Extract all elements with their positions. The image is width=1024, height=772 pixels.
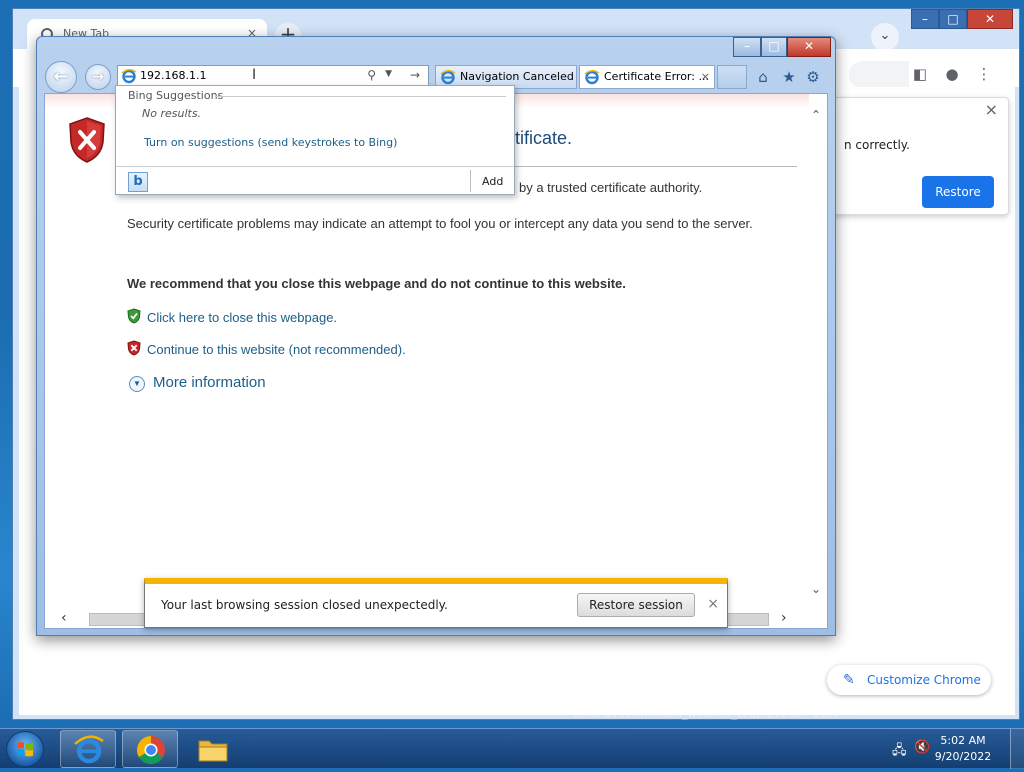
ie-tab-logo-icon	[440, 70, 456, 85]
notification-message: Your last browsing session closed unexpe…	[161, 598, 448, 612]
error-shield-icon	[69, 117, 105, 163]
customize-chrome-label: Customize Chrome	[867, 673, 981, 687]
more-information-toggle[interactable]: ▼ More information	[129, 374, 266, 392]
green-shield-icon	[127, 308, 141, 324]
tab-certificate-error[interactable]: Certificate Error: ... ×	[579, 65, 715, 89]
ie-new-tab-button[interactable]	[717, 65, 747, 89]
scroll-up-icon[interactable]: ⌃	[811, 108, 821, 122]
forward-button[interactable]: →	[85, 64, 111, 90]
suggestions-header: Bing Suggestions	[128, 89, 224, 102]
customize-chrome-button[interactable]: ✎ Customize Chrome	[827, 665, 991, 695]
no-results-text: No results.	[142, 107, 202, 120]
restore-session-button[interactable]: Restore session	[577, 593, 695, 617]
pencil-icon: ✎	[843, 672, 855, 688]
ie-minimize-button[interactable]: –	[733, 37, 761, 57]
favorites-star-icon[interactable]: ★	[779, 67, 799, 87]
chrome-tab-search-icon[interactable]: ⌄	[871, 23, 899, 51]
chrome-restore-button[interactable]: Restore	[922, 176, 994, 208]
close-webpage-link[interactable]: Click here to close this webpage.	[127, 308, 337, 325]
trusted-authority-text: by a trusted certificate authority.	[519, 180, 703, 195]
chrome-logo-icon	[137, 736, 165, 764]
clock-time: 5:02 AM	[940, 734, 986, 747]
chrome-close-button[interactable]: ✕	[967, 9, 1013, 29]
chrome-restore-card: n correctly. × Restore	[831, 97, 1009, 215]
security-paragraph: Security certificate problems may indica…	[127, 216, 753, 231]
gear-icon[interactable]: ⚙	[803, 67, 823, 87]
more-information-label: More information	[153, 374, 266, 391]
windows-logo-icon	[17, 742, 33, 757]
continue-website-link[interactable]: Continue to this website (not recommende…	[127, 340, 406, 357]
suggestions-header-divider	[216, 96, 506, 97]
home-icon[interactable]: ⌂	[753, 67, 773, 87]
ie-logo-icon	[121, 69, 137, 84]
text-cursor-icon: I	[252, 67, 257, 83]
start-button[interactable]	[6, 731, 44, 767]
side-panel-icon[interactable]: ◧	[909, 63, 931, 85]
address-url: 192.168.1.1	[140, 69, 207, 82]
close-webpage-label: Click here to close this webpage.	[147, 310, 338, 325]
page-title: tificate.	[515, 128, 573, 148]
internet-explorer-icon	[74, 735, 104, 764]
footer-separator	[470, 170, 471, 192]
session-restore-notification: Your last browsing session closed unexpe…	[144, 578, 728, 628]
show-desktop-button[interactable]	[1010, 729, 1024, 769]
red-shield-icon	[127, 340, 141, 356]
add-provider-button[interactable]: Add	[482, 175, 503, 188]
scroll-right-icon[interactable]: ›	[781, 610, 787, 626]
vertical-scrollbar[interactable]: ⌃ ⌄	[809, 94, 827, 612]
turn-on-suggestions-link[interactable]: Turn on suggestions (send keystrokes to …	[144, 136, 397, 149]
chrome-minimize-button[interactable]: –	[911, 9, 939, 29]
build-watermark: Build 8102.winmain_win8m3_ccup.110624-16…	[573, 707, 855, 720]
tab-label: Certificate Error: ...	[604, 70, 709, 83]
go-arrow-icon[interactable]: →	[410, 68, 420, 82]
tab-close-icon[interactable]: ×	[701, 66, 710, 88]
search-icon[interactable]: ⚲	[367, 68, 376, 82]
taskbar-ie-button[interactable]	[60, 730, 116, 768]
scroll-down-icon[interactable]: ⌄	[811, 582, 821, 596]
chrome-maximize-button[interactable]: □	[939, 9, 967, 29]
bing-logo-icon[interactable]: b	[128, 172, 148, 192]
taskbar-clock[interactable]: 5:02 AM 9/20/2022	[928, 733, 998, 765]
taskbar-chrome-button[interactable]	[122, 730, 178, 768]
taskbar: 🖧 🔇 5:02 AM 9/20/2022	[0, 728, 1024, 769]
notification-close-icon[interactable]: ×	[707, 596, 719, 612]
address-suggestions-dropdown: Bing Suggestions No results. Turn on sug…	[115, 85, 515, 195]
taskbar-explorer-button[interactable]	[184, 730, 240, 768]
tab-label: Navigation Canceled	[460, 70, 574, 83]
restore-card-close-icon[interactable]: ×	[985, 100, 998, 119]
network-icon[interactable]: 🖧	[892, 741, 907, 763]
restore-card-message: n correctly.	[844, 138, 910, 152]
address-dropdown-icon[interactable]: ▼	[385, 69, 392, 79]
profile-avatar-icon[interactable]: ●	[941, 63, 963, 85]
chrome-menu-icon[interactable]: ⋮	[973, 63, 995, 85]
chrome-omnibox[interactable]	[849, 61, 909, 89]
continue-website-label: Continue to this website (not recommende…	[147, 342, 406, 357]
expand-chevron-icon: ▼	[129, 376, 145, 392]
suggestions-footer-divider	[116, 166, 514, 167]
recommendation-text: We recommend that you close this webpage…	[127, 276, 626, 291]
clock-date: 9/20/2022	[934, 750, 992, 763]
back-button[interactable]: ←	[45, 61, 77, 93]
address-bar[interactable]: 192.168.1.1 I ⚲ ▼ →	[117, 65, 429, 87]
ie-tab-logo-icon	[584, 70, 600, 85]
ie-close-button[interactable]: ✕	[787, 37, 831, 57]
scroll-left-icon[interactable]: ‹	[61, 610, 67, 626]
ie-maximize-button[interactable]: □	[761, 37, 787, 57]
folder-icon	[198, 740, 228, 762]
